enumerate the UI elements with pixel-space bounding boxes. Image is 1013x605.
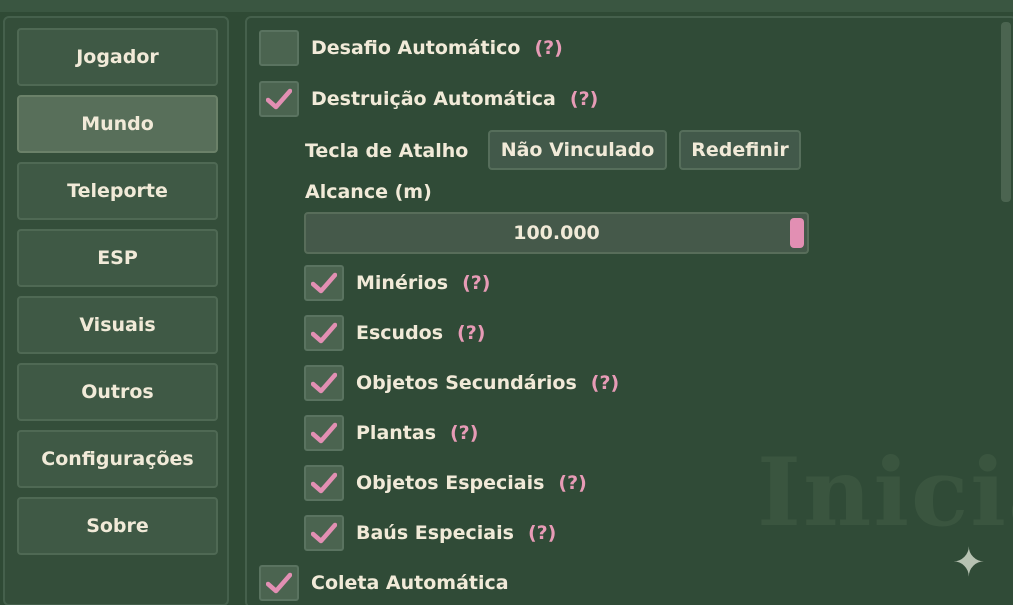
check-icon [311, 472, 337, 494]
option-label: Baús Especiais [356, 522, 514, 544]
option-escudos-row: Escudos (?) [304, 315, 485, 351]
option-minerios-checkbox[interactable] [304, 265, 344, 301]
check-icon [311, 322, 337, 344]
check-icon [311, 272, 337, 294]
option-label: Objetos Secundários [356, 372, 577, 394]
hotkey-value: Não Vinculado [500, 139, 655, 161]
sidebar-item-label: Configurações [41, 448, 194, 470]
hotkey-label: Tecla de Atalho [305, 140, 469, 162]
slider-thumb[interactable] [790, 218, 804, 248]
option-plantas-row: Plantas (?) [304, 415, 478, 451]
option-label: Plantas [356, 422, 436, 444]
help-icon[interactable]: (?) [570, 88, 598, 110]
sidebar-item-label: Jogador [76, 46, 159, 68]
sidebar-item-label: Mundo [81, 113, 154, 135]
option-baus-especiais-checkbox[interactable] [304, 515, 344, 551]
auto-collect-label: Coleta Automática [311, 572, 509, 594]
option-objetos-especiais-row: Objetos Especiais (?) [304, 465, 587, 501]
help-icon[interactable]: (?) [450, 422, 478, 444]
scrollbar[interactable] [1001, 22, 1011, 202]
option-label: Escudos [356, 322, 444, 344]
sidebar-item-configuracoes[interactable]: Configurações [17, 430, 218, 488]
auto-destruction-row: Destruição Automática (?) [259, 81, 598, 117]
sidebar-item-teleporte[interactable]: Teleporte [17, 162, 218, 220]
auto-destruction-label: Destruição Automática [311, 88, 556, 110]
option-objetos-secundarios-checkbox[interactable] [304, 365, 344, 401]
option-label: Objetos Especiais [356, 472, 545, 494]
option-minerios-row: Minérios (?) [304, 265, 490, 301]
auto-destruction-checkbox[interactable] [259, 81, 299, 117]
option-label: Minérios [356, 272, 449, 294]
sidebar-item-visuais[interactable]: Visuais [17, 296, 218, 354]
help-icon[interactable]: (?) [462, 272, 490, 294]
sidebar-item-label: Outros [81, 381, 154, 403]
help-icon[interactable]: (?) [528, 522, 556, 544]
option-objetos-secundarios-row: Objetos Secundários (?) [304, 365, 619, 401]
option-plantas-checkbox[interactable] [304, 415, 344, 451]
sidebar-item-sobre[interactable]: Sobre [17, 497, 218, 555]
sidebar-item-jogador[interactable]: Jogador [17, 28, 218, 86]
option-baus-especiais-row: Baús Especiais (?) [304, 515, 556, 551]
help-icon[interactable]: (?) [591, 372, 619, 394]
auto-challenge-checkbox[interactable] [259, 30, 299, 66]
check-icon [311, 522, 337, 544]
check-icon [266, 572, 292, 594]
range-value: 100.000 [513, 222, 600, 244]
auto-challenge-row: Desafio Automático (?) [259, 30, 563, 66]
sidebar-item-label: Sobre [86, 515, 149, 537]
sidebar: Jogador Mundo Teleporte ESP Visuais Outr… [3, 16, 229, 605]
sidebar-item-label: ESP [97, 247, 138, 269]
settings-panel: Inicia Desafio Automático (?) Destruição… [245, 16, 1013, 605]
check-icon [266, 88, 292, 110]
sidebar-item-mundo[interactable]: Mundo [17, 95, 218, 153]
sidebar-item-esp[interactable]: ESP [17, 229, 218, 287]
help-icon[interactable]: (?) [558, 472, 586, 494]
range-slider[interactable]: 100.000 [304, 212, 809, 254]
option-objetos-especiais-checkbox[interactable] [304, 465, 344, 501]
app-window: Jogador Mundo Teleporte ESP Visuais Outr… [0, 0, 1013, 605]
hotkey-reset-button[interactable]: Redefinir [679, 130, 801, 170]
auto-challenge-label: Desafio Automático [311, 37, 521, 59]
auto-collect-checkbox[interactable] [259, 565, 299, 601]
option-escudos-checkbox[interactable] [304, 315, 344, 351]
sidebar-item-label: Teleporte [67, 180, 168, 202]
check-icon [311, 372, 337, 394]
help-icon[interactable]: (?) [457, 322, 485, 344]
top-edge [0, 0, 1013, 12]
sidebar-item-outros[interactable]: Outros [17, 363, 218, 421]
auto-collect-row: Coleta Automática [259, 565, 509, 601]
range-label: Alcance (m) [305, 181, 432, 203]
hotkey-bind-button[interactable]: Não Vinculado [488, 130, 667, 170]
hotkey-reset-label: Redefinir [691, 139, 789, 161]
help-icon[interactable]: (?) [534, 37, 562, 59]
background-watermark: Inicia [757, 438, 1013, 548]
sparkle-icon: ✦ [952, 540, 986, 586]
check-icon [311, 422, 337, 444]
sidebar-item-label: Visuais [79, 314, 156, 336]
